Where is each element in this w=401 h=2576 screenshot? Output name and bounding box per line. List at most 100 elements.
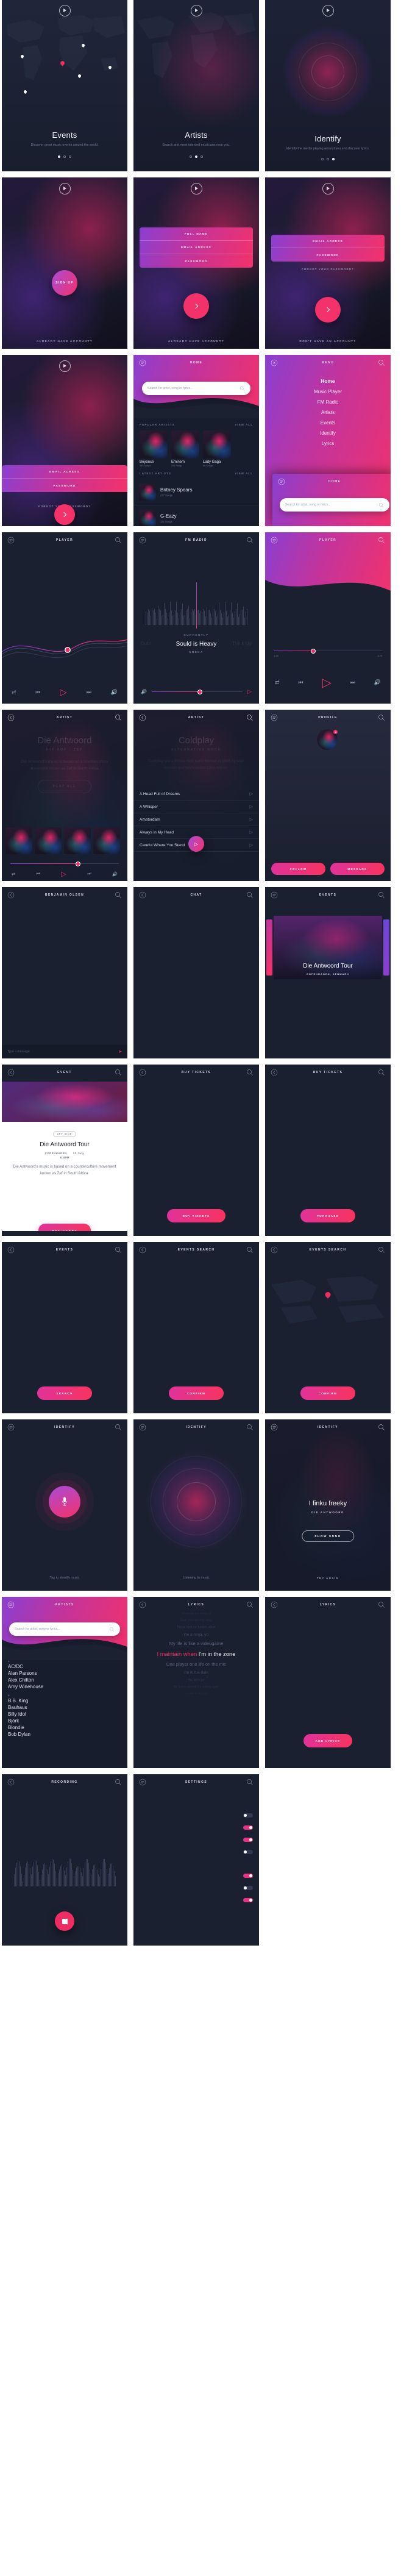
toggle-switch[interactable] bbox=[243, 1874, 253, 1878]
artist-card[interactable]: Beyonce 195 Songs bbox=[140, 430, 168, 467]
submit-login-button[interactable] bbox=[54, 504, 75, 525]
submit-signup-button[interactable] bbox=[183, 293, 209, 319]
play-fab[interactable]: ▷ bbox=[188, 836, 204, 852]
gallery-thumbnail[interactable] bbox=[64, 827, 91, 854]
volume-icon[interactable]: 🔊 bbox=[141, 689, 147, 694]
add-lyrics-button[interactable]: ADD LYRICS bbox=[303, 1734, 352, 1747]
view-all-link[interactable]: VIEW ALL bbox=[235, 423, 253, 426]
location-map[interactable] bbox=[265, 1272, 391, 1327]
map-pin[interactable] bbox=[77, 73, 82, 79]
gallery-thumbnail[interactable] bbox=[5, 827, 32, 854]
submit-login-button[interactable] bbox=[315, 297, 341, 323]
search-icon[interactable] bbox=[115, 1069, 122, 1076]
password-field[interactable]: PASSWORD bbox=[271, 248, 385, 262]
search-icon[interactable] bbox=[115, 1246, 122, 1254]
search-input[interactable]: Search for artist, song or lyrics... bbox=[142, 382, 250, 395]
search-icon[interactable] bbox=[115, 891, 122, 899]
play-icon[interactable]: ▷ bbox=[250, 804, 253, 809]
volume-knob[interactable] bbox=[197, 689, 202, 694]
map-pin[interactable] bbox=[107, 65, 113, 70]
password-field[interactable]: PASSWORD bbox=[2, 479, 127, 492]
pager-dot[interactable] bbox=[63, 155, 66, 158]
toggle-switch[interactable] bbox=[243, 1850, 253, 1854]
show-song-button[interactable]: SHOW SONG bbox=[302, 1530, 354, 1542]
seek-knob[interactable] bbox=[75, 861, 80, 866]
buy-ticket-button[interactable]: BUY TICKET bbox=[38, 1224, 91, 1231]
search-icon[interactable] bbox=[378, 891, 385, 899]
menu-item-lyrics[interactable]: Lyrics bbox=[265, 438, 391, 449]
map-pin[interactable] bbox=[20, 54, 25, 59]
pager-dot[interactable] bbox=[321, 158, 324, 160]
search-icon[interactable] bbox=[246, 714, 254, 721]
artist-entry[interactable]: Alan Parsons bbox=[8, 1671, 121, 1676]
pager-dot[interactable] bbox=[195, 155, 197, 158]
pager-dots[interactable] bbox=[147, 155, 246, 158]
confirm-button[interactable]: CONFIRM bbox=[169, 1386, 224, 1400]
volume-icon[interactable]: 🔊 bbox=[111, 689, 118, 696]
volume-icon[interactable]: 🔊 bbox=[374, 679, 381, 686]
map-pin[interactable] bbox=[80, 43, 86, 48]
pager-dot[interactable] bbox=[332, 158, 335, 160]
repeat-icon[interactable]: ⇄ bbox=[12, 689, 16, 696]
artist-card[interactable]: Eminem 296 Songs bbox=[171, 430, 199, 467]
search-icon[interactable] bbox=[378, 714, 385, 721]
seek-bar[interactable]: 1:25 3:29 bbox=[274, 648, 382, 657]
search-icon[interactable] bbox=[246, 1424, 254, 1431]
search-icon[interactable] bbox=[115, 714, 122, 721]
list-item[interactable]: Britney Spears 237 Songs bbox=[133, 479, 259, 505]
next-icon[interactable]: ⏭ bbox=[87, 689, 91, 696]
event-card[interactable]: Die Antwoord Tour COPENHAGEN, DENMARK bbox=[274, 916, 382, 979]
search-icon[interactable] bbox=[378, 1246, 385, 1254]
artist-entry[interactable]: Björk bbox=[8, 1718, 121, 1724]
toggle-switch[interactable] bbox=[243, 1886, 253, 1890]
menu-item-music-player[interactable]: Music Player bbox=[265, 387, 391, 397]
confirm-button[interactable]: CONFIRM bbox=[300, 1386, 355, 1400]
menu-item-identify[interactable]: Identify bbox=[265, 428, 391, 438]
purchase-button[interactable]: PURCHASE bbox=[300, 1209, 355, 1222]
previous-icon[interactable]: ⏮ bbox=[35, 689, 40, 696]
gallery-thumbnail[interactable] bbox=[35, 827, 62, 854]
artist-entry[interactable]: Bauhaus bbox=[8, 1705, 121, 1710]
play-icon[interactable]: ▷ bbox=[250, 843, 253, 847]
song-row[interactable]: Amsterdam ▷ bbox=[133, 813, 259, 826]
artist-entry[interactable]: Blondie bbox=[8, 1725, 121, 1730]
volume-icon[interactable]: 🔊 bbox=[112, 872, 118, 877]
menu-item-home[interactable]: Home bbox=[265, 376, 391, 387]
search-icon[interactable] bbox=[378, 359, 385, 366]
search-icon[interactable] bbox=[246, 1069, 254, 1076]
pager-dots[interactable] bbox=[277, 158, 378, 160]
list-item[interactable]: G-Eazy 112 Songs bbox=[133, 505, 259, 526]
buy-tickets-button[interactable]: BUY TICKETS bbox=[167, 1209, 225, 1222]
previous-icon[interactable]: ⏮ bbox=[36, 872, 40, 877]
search-icon[interactable] bbox=[109, 1627, 115, 1632]
previous-icon[interactable]: ⏮ bbox=[298, 679, 303, 686]
search-icon[interactable] bbox=[246, 1779, 254, 1786]
song-row[interactable]: A Head Full of Dreams ▷ bbox=[133, 788, 259, 801]
record-button[interactable] bbox=[55, 1911, 74, 1931]
home-preview-card[interactable]: HOME Search for artist, song or lyrics..… bbox=[272, 474, 391, 526]
carousel-prev-card[interactable] bbox=[266, 919, 272, 976]
search-icon[interactable] bbox=[240, 386, 245, 391]
password-field[interactable]: PASSWORD bbox=[140, 254, 253, 268]
search-icon[interactable] bbox=[115, 537, 122, 544]
artist-entry[interactable]: AC/DC bbox=[8, 1664, 121, 1669]
waveform-seekbar[interactable] bbox=[2, 633, 127, 668]
search-icon[interactable] bbox=[246, 1601, 254, 1608]
volume-bar[interactable]: 🔊 ▷ bbox=[133, 688, 259, 695]
toggle-switch[interactable] bbox=[243, 1898, 253, 1902]
toggle-switch[interactable] bbox=[243, 1825, 253, 1830]
next-icon[interactable]: ⏭ bbox=[87, 872, 91, 877]
pager-dot[interactable] bbox=[58, 155, 60, 158]
pager-dot[interactable] bbox=[69, 155, 71, 158]
search-icon[interactable] bbox=[246, 537, 254, 544]
map-pin-active[interactable] bbox=[59, 60, 66, 66]
follow-button[interactable]: FOLLOW bbox=[271, 863, 325, 875]
forgot-password-link[interactable]: FORGOT YOUR PASSWORD? bbox=[265, 268, 391, 271]
toggle-switch[interactable] bbox=[243, 1838, 253, 1842]
play-icon[interactable]: ▷ bbox=[247, 688, 252, 695]
menu-item-events[interactable]: Events bbox=[265, 418, 391, 428]
search-icon[interactable] bbox=[378, 1601, 385, 1608]
play-icon[interactable]: ▷ bbox=[250, 830, 253, 835]
repeat-icon[interactable]: ⇄ bbox=[275, 679, 280, 686]
try-again-link[interactable]: TRY AGAIN bbox=[265, 1577, 391, 1580]
